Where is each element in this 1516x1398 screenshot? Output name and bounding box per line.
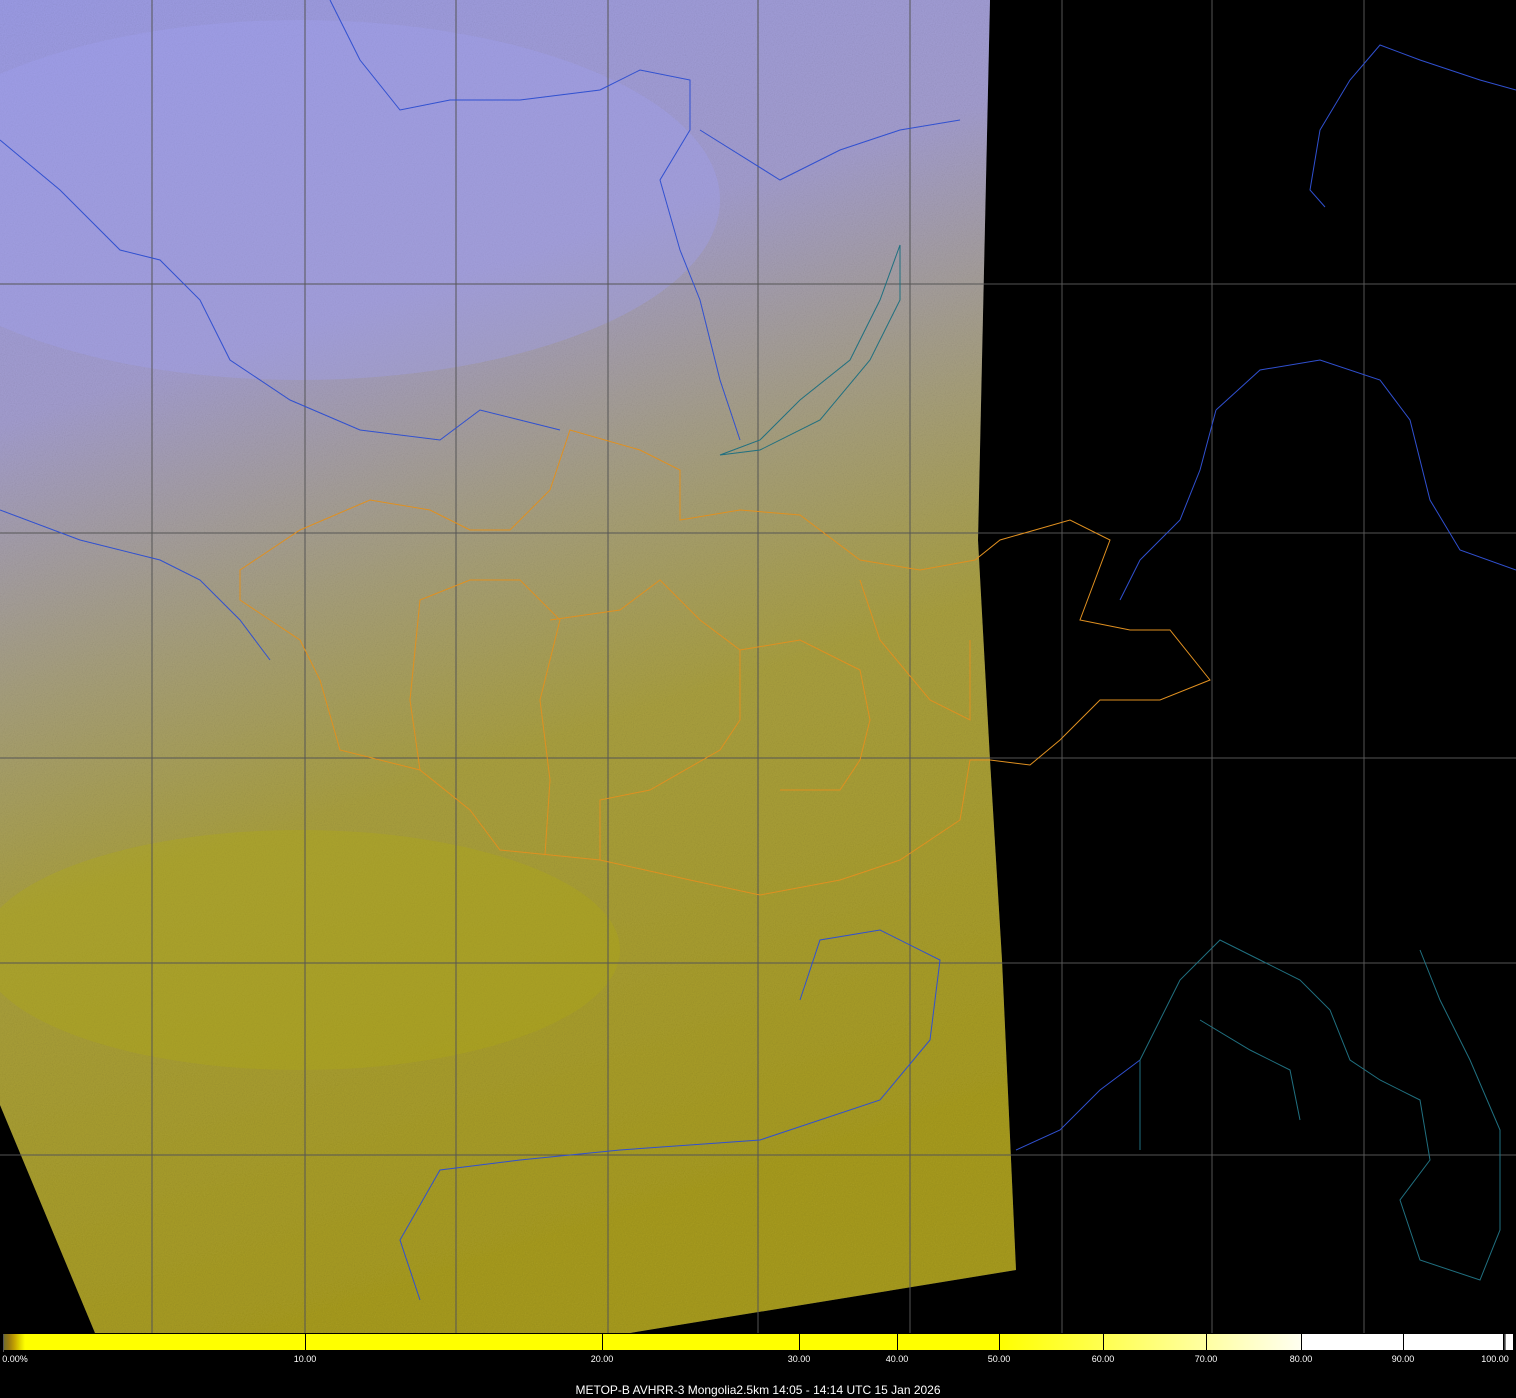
colorbar-tick-label: 90.00 <box>1391 1354 1415 1364</box>
image-caption: METOP-B AVHRR-3 Mongolia2.5km 14:05 - 14… <box>575 1383 941 1397</box>
colorbar-tick-label: 30.00 <box>787 1354 811 1364</box>
colorbar-tick <box>1103 1334 1104 1352</box>
colorbar-tick <box>602 1334 603 1352</box>
colorbar-tick-label: 80.00 <box>1289 1354 1313 1364</box>
colorbar <box>3 1334 1513 1350</box>
colorbar-tick <box>1301 1334 1302 1352</box>
colorbar-tick <box>1206 1334 1207 1352</box>
colorbar-tick <box>999 1334 1000 1352</box>
clear-ground <box>0 830 620 1070</box>
colorbar-tick <box>3 1334 4 1352</box>
colorbar-tick-label: 60.00 <box>1091 1354 1115 1364</box>
colorbar-tick-label: 70.00 <box>1194 1354 1218 1364</box>
colorbar-tick <box>799 1334 800 1352</box>
colorbar-tick-label: 0.00% <box>2 1354 28 1364</box>
satellite-map <box>0 0 1516 1333</box>
colorbar-tick-label: 20.00 <box>590 1354 614 1364</box>
colorbar-tick-label: 100.00 <box>1481 1354 1509 1364</box>
colorbar-tick <box>1503 1334 1504 1352</box>
colorbar-tick <box>897 1334 898 1352</box>
colorbar-tick <box>1403 1334 1404 1352</box>
colorbar-tick-label: 10.00 <box>293 1354 317 1364</box>
colorbar-tick-label: 40.00 <box>885 1354 909 1364</box>
colorbar-tick <box>305 1334 306 1352</box>
colorbar-tick-label: 50.00 <box>987 1354 1011 1364</box>
